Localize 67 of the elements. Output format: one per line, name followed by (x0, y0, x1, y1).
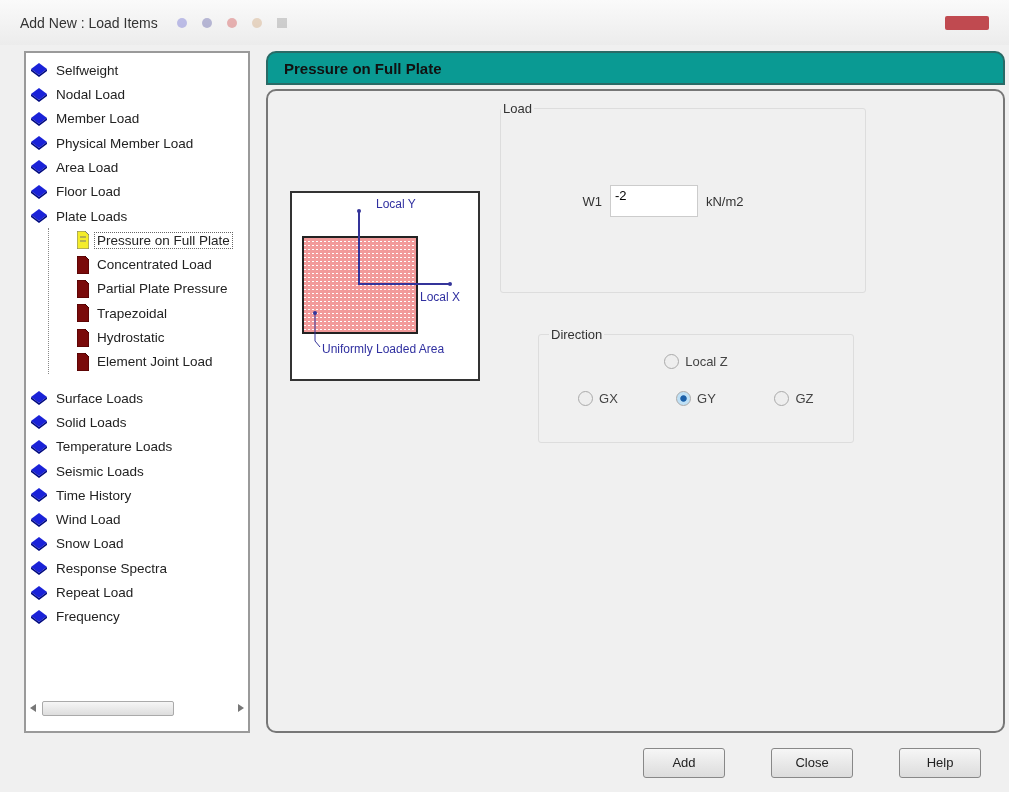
tree-item[interactable]: Wind Load (30, 507, 248, 532)
book-icon (30, 183, 48, 200)
page-icon (77, 304, 89, 323)
scroll-left-icon[interactable] (30, 704, 36, 713)
area-label: Uniformly Loaded Area (322, 342, 445, 357)
tree-item[interactable]: Time History (30, 483, 248, 508)
axis-label: Local X (420, 290, 461, 305)
tree-item[interactable]: Response Spectra (30, 556, 248, 581)
tree-item[interactable]: Element Joint Load (49, 349, 248, 374)
radio-option[interactable]: GX (578, 391, 618, 407)
tree-item[interactable]: Hydrostatic (49, 325, 248, 350)
leader-line (313, 311, 321, 348)
tree-item[interactable]: Area Load (30, 155, 248, 180)
book-icon (30, 414, 48, 431)
book-icon (30, 86, 48, 103)
book-icon (30, 390, 48, 407)
tree-item[interactable]: Snow Load (30, 531, 248, 557)
radio-option[interactable]: GZ (774, 391, 814, 407)
tree-item[interactable]: Trapezoidal (49, 301, 248, 326)
page-icon (77, 279, 89, 298)
dialog-button[interactable]: Add (643, 747, 725, 778)
book-icon (30, 463, 48, 479)
tree-item[interactable]: Repeat Load (30, 580, 248, 605)
page-icon (77, 352, 89, 371)
tree-item[interactable]: Surface Loads (30, 386, 248, 411)
book-icon (30, 110, 48, 127)
book-icon (30, 438, 48, 455)
book-icon (30, 135, 48, 152)
tree-item[interactable]: Frequency (30, 604, 248, 629)
field-label: W1 (582, 193, 602, 209)
input-field[interactable]: -2 (609, 185, 698, 218)
book-icon (30, 560, 48, 577)
book-icon (30, 208, 48, 225)
book-icon (30, 487, 48, 504)
axis-label: Local Y (376, 197, 416, 212)
tree-item[interactable]: Physical Member Load (30, 131, 248, 156)
group-legend: Direction (549, 327, 605, 343)
book-icon (30, 584, 48, 601)
page-icon (77, 231, 89, 250)
dialog-button[interactable]: Help (899, 747, 981, 778)
tree-item[interactable]: Member Load (30, 106, 248, 131)
tree-item[interactable]: Pressure on Full Plate (49, 228, 248, 253)
tree-item[interactable]: Concentrated Load (49, 252, 248, 277)
book-icon (30, 62, 48, 79)
tree-item[interactable]: Floor Load (30, 179, 248, 204)
tree-item[interactable]: Solid Loads (30, 410, 248, 435)
scroll-right-icon[interactable] (238, 704, 244, 713)
tree-item[interactable]: Plate Loads (30, 203, 248, 229)
unit-label: kN/m2 (705, 193, 744, 209)
tree-item[interactable]: Selfweight (30, 58, 248, 83)
page-icon (77, 328, 89, 347)
page-icon (77, 255, 89, 274)
radio-option[interactable]: GY (676, 391, 716, 407)
group-legend: Load (501, 101, 534, 117)
book-icon (30, 608, 48, 625)
book-icon (30, 159, 48, 176)
panel-header: Pressure on Full Plate (266, 51, 1005, 86)
tree-item[interactable]: Seismic Loads (30, 458, 248, 484)
radio-option[interactable]: Local Z (664, 354, 728, 370)
window-title: Add New : Load Items (20, 14, 158, 31)
tree-item[interactable]: Partial Plate Pressure (49, 276, 248, 302)
book-icon (30, 511, 48, 528)
book-icon (30, 535, 48, 552)
tree-item[interactable]: Temperature Loads (30, 434, 248, 459)
scrollbar-thumb[interactable] (42, 700, 174, 716)
tree-item[interactable]: Nodal Load (30, 82, 248, 107)
dialog-button[interactable]: Close (771, 747, 853, 778)
